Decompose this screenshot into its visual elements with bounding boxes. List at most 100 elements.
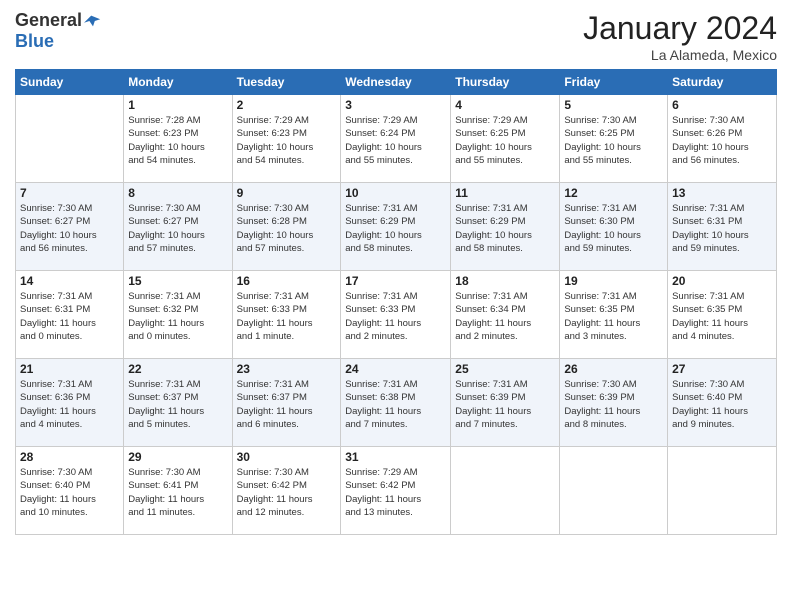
day-number: 30 [237, 450, 337, 464]
column-header-monday: Monday [124, 70, 232, 95]
calendar-cell: 10 Sunrise: 7:31 AM Sunset: 6:29 PM Dayli… [341, 183, 451, 271]
day-number: 5 [564, 98, 663, 112]
calendar-cell: 30 Sunrise: 7:30 AM Sunset: 6:42 PM Dayli… [232, 447, 341, 535]
day-number: 17 [345, 274, 446, 288]
logo: General Blue [15, 10, 102, 52]
day-info: Sunrise: 7:28 AM Sunset: 6:23 PM Dayligh… [128, 114, 227, 167]
day-number: 25 [455, 362, 555, 376]
day-info: Sunrise: 7:30 AM Sunset: 6:28 PM Dayligh… [237, 202, 337, 255]
day-number: 24 [345, 362, 446, 376]
day-info: Sunrise: 7:30 AM Sunset: 6:27 PM Dayligh… [20, 202, 119, 255]
day-info: Sunrise: 7:30 AM Sunset: 6:42 PM Dayligh… [237, 466, 337, 519]
calendar-cell: 19Sunrise: 7:31 AM Sunset: 6:35 PM Dayli… [560, 271, 668, 359]
column-header-thursday: Thursday [451, 70, 560, 95]
day-info: Sunrise: 7:29 AM Sunset: 6:24 PM Dayligh… [345, 114, 446, 167]
calendar-cell: 7 Sunrise: 7:30 AM Sunset: 6:27 PM Daylig… [16, 183, 124, 271]
calendar-cell: 22 Sunrise: 7:31 AM Sunset: 6:37 PM Dayli… [124, 359, 232, 447]
calendar-cell [560, 447, 668, 535]
calendar-cell: 9 Sunrise: 7:30 AM Sunset: 6:28 PM Daylig… [232, 183, 341, 271]
column-header-tuesday: Tuesday [232, 70, 341, 95]
calendar-cell: 4Sunrise: 7:29 AM Sunset: 6:25 PM Daylig… [451, 95, 560, 183]
day-number: 12 [564, 186, 663, 200]
day-number: 28 [20, 450, 119, 464]
day-number: 29 [128, 450, 227, 464]
day-info: Sunrise: 7:31 AM Sunset: 6:39 PM Dayligh… [455, 378, 555, 431]
day-info: Sunrise: 7:31 AM Sunset: 6:33 PM Dayligh… [345, 290, 446, 343]
day-info: Sunrise: 7:31 AM Sunset: 6:29 PM Dayligh… [455, 202, 555, 255]
day-number: 19 [564, 274, 663, 288]
day-number: 16 [237, 274, 337, 288]
day-number: 31 [345, 450, 446, 464]
day-info: Sunrise: 7:31 AM Sunset: 6:32 PM Dayligh… [128, 290, 227, 343]
calendar-cell: 28 Sunrise: 7:30 AM Sunset: 6:40 PM Dayli… [16, 447, 124, 535]
day-number: 15 [128, 274, 227, 288]
calendar-cell: 17 Sunrise: 7:31 AM Sunset: 6:33 PM Dayli… [341, 271, 451, 359]
week-row: 1 Sunrise: 7:28 AM Sunset: 6:23 PM Daylig… [16, 95, 777, 183]
day-number: 21 [20, 362, 119, 376]
calendar-cell: 27 Sunrise: 7:30 AM Sunset: 6:40 PM Dayli… [668, 359, 777, 447]
logo-bird-icon [84, 12, 102, 30]
day-info: Sunrise: 7:31 AM Sunset: 6:29 PM Dayligh… [345, 202, 446, 255]
day-info: Sunrise: 7:31 AM Sunset: 6:37 PM Dayligh… [128, 378, 227, 431]
page: General Blue January 2024 La Alameda, Me… [0, 0, 792, 612]
calendar-cell: 13Sunrise: 7:31 AM Sunset: 6:31 PM Dayli… [668, 183, 777, 271]
day-info: Sunrise: 7:31 AM Sunset: 6:34 PM Dayligh… [455, 290, 555, 343]
day-number: 6 [672, 98, 772, 112]
day-number: 7 [20, 186, 119, 200]
day-number: 22 [128, 362, 227, 376]
day-info: Sunrise: 7:30 AM Sunset: 6:40 PM Dayligh… [672, 378, 772, 431]
day-number: 27 [672, 362, 772, 376]
calendar-cell: 23 Sunrise: 7:31 AM Sunset: 6:37 PM Dayli… [232, 359, 341, 447]
calendar-cell: 26Sunrise: 7:30 AM Sunset: 6:39 PM Dayli… [560, 359, 668, 447]
title-block: January 2024 La Alameda, Mexico [583, 10, 777, 63]
day-info: Sunrise: 7:30 AM Sunset: 6:27 PM Dayligh… [128, 202, 227, 255]
day-number: 8 [128, 186, 227, 200]
day-number: 3 [345, 98, 446, 112]
day-info: Sunrise: 7:30 AM Sunset: 6:41 PM Dayligh… [128, 466, 227, 519]
calendar-cell: 29 Sunrise: 7:30 AM Sunset: 6:41 PM Dayli… [124, 447, 232, 535]
week-row: 21 Sunrise: 7:31 AM Sunset: 6:36 PM Dayli… [16, 359, 777, 447]
day-number: 9 [237, 186, 337, 200]
location-text: La Alameda, Mexico [583, 47, 777, 63]
calendar-cell: 6Sunrise: 7:30 AM Sunset: 6:26 PM Daylig… [668, 95, 777, 183]
day-info: Sunrise: 7:31 AM Sunset: 6:36 PM Dayligh… [20, 378, 119, 431]
calendar-cell: 8 Sunrise: 7:30 AM Sunset: 6:27 PM Daylig… [124, 183, 232, 271]
week-row: 7 Sunrise: 7:30 AM Sunset: 6:27 PM Daylig… [16, 183, 777, 271]
calendar-cell: 3 Sunrise: 7:29 AM Sunset: 6:24 PM Daylig… [341, 95, 451, 183]
week-row: 14 Sunrise: 7:31 AM Sunset: 6:31 PM Dayli… [16, 271, 777, 359]
header-row: SundayMondayTuesdayWednesdayThursdayFrid… [16, 70, 777, 95]
day-number: 14 [20, 274, 119, 288]
column-header-friday: Friday [560, 70, 668, 95]
calendar-cell: 24 Sunrise: 7:31 AM Sunset: 6:38 PM Dayli… [341, 359, 451, 447]
day-info: Sunrise: 7:29 AM Sunset: 6:42 PM Dayligh… [345, 466, 446, 519]
week-row: 28 Sunrise: 7:30 AM Sunset: 6:40 PM Dayli… [16, 447, 777, 535]
day-number: 10 [345, 186, 446, 200]
calendar-cell: 16 Sunrise: 7:31 AM Sunset: 6:33 PM Dayli… [232, 271, 341, 359]
calendar-cell: 2Sunrise: 7:29 AM Sunset: 6:23 PM Daylig… [232, 95, 341, 183]
calendar-cell [668, 447, 777, 535]
calendar-cell [451, 447, 560, 535]
day-number: 4 [455, 98, 555, 112]
day-number: 18 [455, 274, 555, 288]
day-info: Sunrise: 7:29 AM Sunset: 6:23 PM Dayligh… [237, 114, 337, 167]
calendar-cell: 25 Sunrise: 7:31 AM Sunset: 6:39 PM Dayli… [451, 359, 560, 447]
calendar-cell: 18 Sunrise: 7:31 AM Sunset: 6:34 PM Dayli… [451, 271, 560, 359]
calendar-cell: 11Sunrise: 7:31 AM Sunset: 6:29 PM Dayli… [451, 183, 560, 271]
day-info: Sunrise: 7:30 AM Sunset: 6:40 PM Dayligh… [20, 466, 119, 519]
calendar-cell: 21 Sunrise: 7:31 AM Sunset: 6:36 PM Dayli… [16, 359, 124, 447]
day-info: Sunrise: 7:31 AM Sunset: 6:33 PM Dayligh… [237, 290, 337, 343]
logo-general-text: General [15, 10, 82, 31]
day-number: 23 [237, 362, 337, 376]
day-info: Sunrise: 7:31 AM Sunset: 6:38 PM Dayligh… [345, 378, 446, 431]
calendar-cell: 20Sunrise: 7:31 AM Sunset: 6:35 PM Dayli… [668, 271, 777, 359]
column-header-wednesday: Wednesday [341, 70, 451, 95]
day-info: Sunrise: 7:31 AM Sunset: 6:37 PM Dayligh… [237, 378, 337, 431]
column-header-saturday: Saturday [668, 70, 777, 95]
day-number: 26 [564, 362, 663, 376]
calendar-cell: 1 Sunrise: 7:28 AM Sunset: 6:23 PM Daylig… [124, 95, 232, 183]
logo-blue-text: Blue [15, 31, 54, 52]
day-info: Sunrise: 7:31 AM Sunset: 6:31 PM Dayligh… [672, 202, 772, 255]
day-info: Sunrise: 7:30 AM Sunset: 6:25 PM Dayligh… [564, 114, 663, 167]
day-info: Sunrise: 7:31 AM Sunset: 6:31 PM Dayligh… [20, 290, 119, 343]
day-number: 1 [128, 98, 227, 112]
